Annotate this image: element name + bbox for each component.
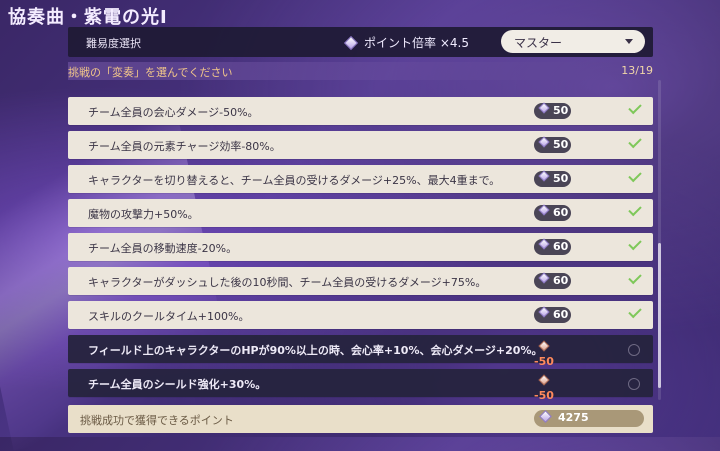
list-item[interactable]: キャラクターがダッシュした後の10秒間、チーム全員の受けるダメージ+75%。 6… (68, 267, 653, 295)
points-badge: 60 (534, 204, 571, 221)
reward-label: 挑戦成功で獲得できるポイント (80, 414, 234, 427)
variation-label: 魔物の攻撃力+50%。 (88, 208, 199, 221)
difficulty-label: 難易度選択 (86, 37, 141, 50)
difficulty-bar: 難易度選択 ポイント倍率 ×4.5 マスター (68, 27, 653, 57)
diamond-icon (538, 374, 550, 386)
variation-count: 13/19 (621, 64, 653, 77)
check-icon (628, 100, 642, 115)
diamond-icon (538, 272, 550, 284)
check-icon (628, 270, 642, 285)
difficulty-select[interactable]: マスター (501, 30, 645, 53)
chevron-down-icon (625, 39, 633, 44)
points-value: 60 (553, 240, 569, 253)
points-badge: 50 (534, 170, 571, 187)
check-icon (628, 304, 642, 319)
diamond-icon (539, 409, 552, 423)
difficulty-select-value: マスター (514, 36, 563, 50)
points-badge: 60 (534, 238, 571, 255)
variation-label: チーム全員の元素チャージ効率-80%。 (88, 140, 281, 153)
variation-hint-bar: 挑戦の「変奏」を選んでください 13/19 (68, 62, 653, 80)
check-icon (628, 236, 642, 251)
diamond-icon (538, 204, 550, 216)
points-value: 60 (553, 308, 569, 321)
reward-points: 4275 (534, 409, 644, 427)
points-value: -50 (534, 355, 554, 368)
diamond-icon (343, 35, 359, 50)
points-badge: 60 (534, 306, 571, 323)
check-icon (628, 134, 642, 149)
variation-label: チーム全員の会心ダメージ-50%。 (88, 106, 259, 119)
diamond-icon (538, 102, 550, 114)
check-icon (628, 168, 642, 183)
list-item[interactable]: スキルのクールタイム+100%。 60 (68, 301, 653, 329)
variation-label: チーム全員のシールド強化+30%。 (88, 378, 267, 391)
points-value: 50 (553, 138, 569, 151)
diamond-icon (538, 170, 550, 182)
list-item[interactable]: 魔物の攻撃力+50%。 60 (68, 199, 653, 227)
diamond-icon (538, 238, 550, 250)
reward-points-value: 4275 (558, 411, 589, 424)
points-value: 50 (553, 104, 569, 117)
diamond-icon (538, 306, 550, 318)
variation-label: チーム全員の移動速度-20%。 (88, 242, 238, 255)
unchecked-circle-icon (628, 344, 640, 356)
points-badge: -50 (534, 374, 571, 400)
list-item[interactable]: チーム全員の会心ダメージ-50%。 50 (68, 97, 653, 125)
points-badge: -50 (534, 340, 571, 368)
points-badge: 50 (534, 136, 571, 153)
scrollbar-thumb[interactable] (658, 243, 661, 388)
variation-label: スキルのクールタイム+100%。 (88, 310, 250, 323)
unchecked-circle-icon (628, 378, 640, 390)
points-value: 60 (553, 274, 569, 287)
point-multiplier-text: ポイント倍率 ×4.5 (364, 36, 469, 50)
points-value: 50 (553, 172, 569, 185)
points-value: -50 (534, 389, 554, 400)
list-item[interactable]: キャラクターを切り替えると、チーム全員の受けるダメージ+25%、最大4重まで。 … (68, 165, 653, 193)
points-badge: 50 (534, 102, 571, 119)
check-icon (628, 202, 642, 217)
list-item[interactable]: チーム全員のシールド強化+30%。 -50 (68, 369, 653, 400)
points-badge: 60 (534, 272, 571, 289)
variation-hint: 挑戦の「変奏」を選んでください (68, 66, 233, 79)
list-item[interactable]: チーム全員の元素チャージ効率-80%。 50 (68, 131, 653, 159)
list-item[interactable]: フィールド上のキャラクターのHPが90%以上の時、会心率+10%、会心ダメージ+… (68, 335, 653, 368)
reward-footer: 挑戦成功で獲得できるポイント 4275 (68, 405, 653, 433)
variation-list[interactable]: チーム全員の会心ダメージ-50%。 50 チーム全員の元素チャージ効率-80%。… (68, 80, 653, 400)
points-value: 60 (553, 206, 569, 219)
point-multiplier: ポイント倍率 ×4.5 (343, 34, 469, 51)
list-item[interactable]: チーム全員の移動速度-20%。 60 (68, 233, 653, 261)
variation-label: フィールド上のキャラクターのHPが90%以上の時、会心率+10%、会心ダメージ+… (88, 344, 543, 357)
diamond-icon (538, 340, 550, 352)
variation-label: キャラクターがダッシュした後の10秒間、チーム全員の受けるダメージ+75%。 (88, 276, 487, 289)
diamond-icon (538, 136, 550, 148)
variation-label: キャラクターを切り替えると、チーム全員の受けるダメージ+25%、最大4重まで。 (88, 174, 501, 187)
page-title: 協奏曲・紫電の光Ⅰ (8, 7, 168, 28)
